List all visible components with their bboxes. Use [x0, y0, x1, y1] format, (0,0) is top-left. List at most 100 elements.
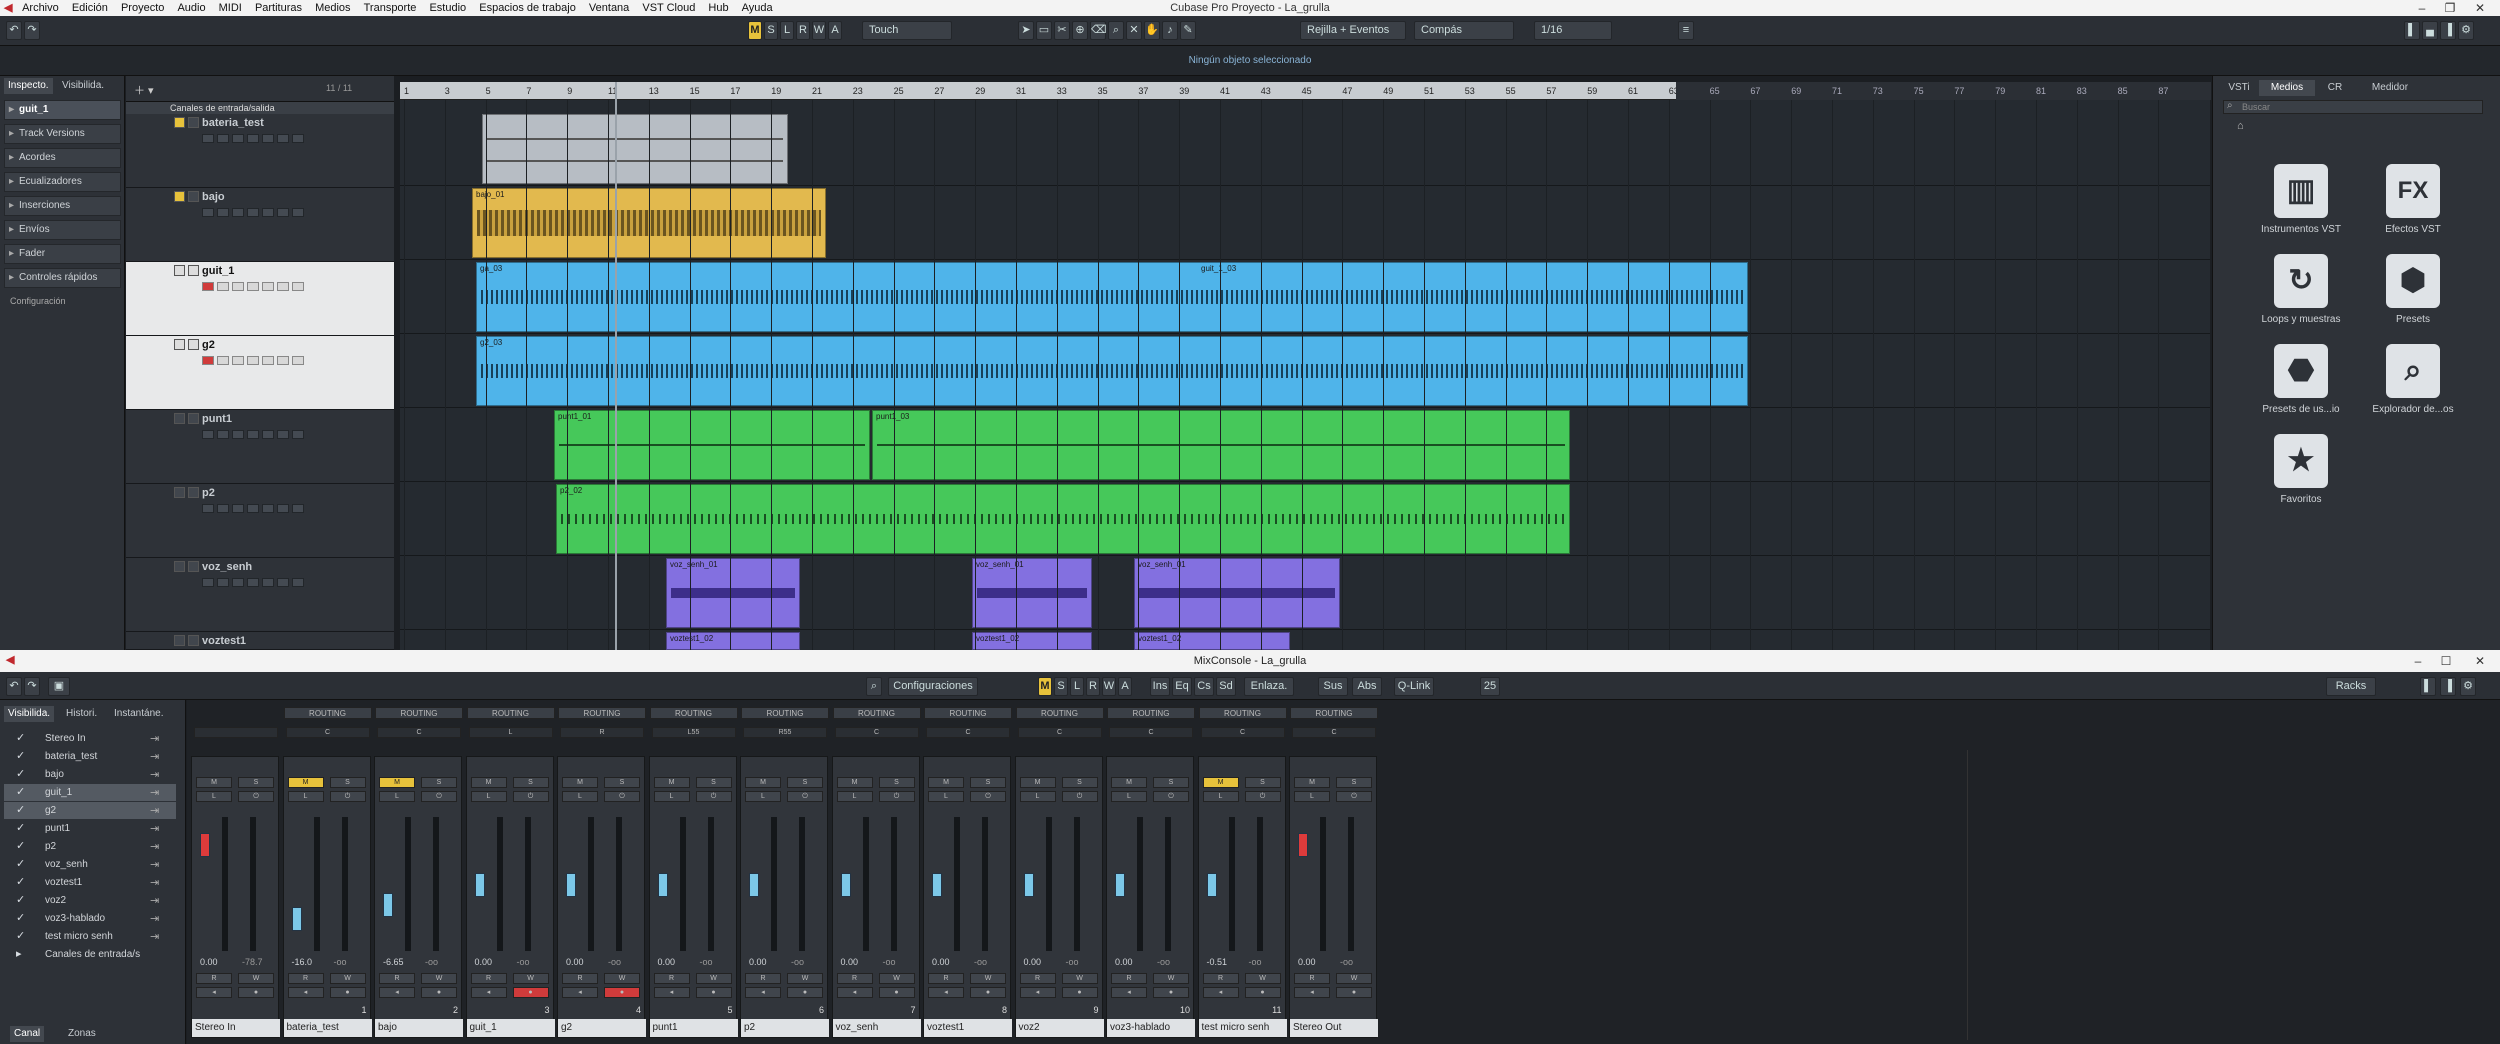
media-search-input[interactable]: Buscar	[2223, 100, 2483, 114]
power-icon[interactable]: ⏻	[1153, 791, 1189, 802]
checkmark-icon[interactable]: ✓	[16, 802, 25, 819]
checkmark-icon[interactable]: ✓	[16, 892, 25, 909]
settings-gear-icon[interactable]: ⚙	[2458, 21, 2474, 40]
mute-button[interactable]	[174, 265, 185, 276]
power-icon[interactable]: ⏻	[1061, 791, 1098, 802]
link-sd[interactable]: Sd	[1216, 677, 1236, 696]
volume-fader[interactable]	[657, 873, 668, 897]
link-icon[interactable]: ⇥	[150, 731, 159, 748]
checkmark-icon[interactable]: ✓	[16, 766, 25, 783]
visibility-item[interactable]: ✓ test micro senh ⇥	[4, 928, 176, 945]
visibility-item[interactable]: ✓ guit_1 ⇥	[4, 784, 176, 801]
routing-header[interactable]: ROUTING	[924, 707, 1012, 719]
abs-button[interactable]: Abs	[1352, 677, 1382, 696]
routing-header[interactable]: ROUTING	[1107, 707, 1195, 719]
visibility-item[interactable]: ✓ g2 ⇥	[4, 802, 176, 819]
track-bajo[interactable]: bajo	[126, 188, 394, 262]
solo-button[interactable]: S	[329, 777, 366, 788]
read-button[interactable]: R	[745, 973, 781, 984]
solo-button[interactable]	[188, 487, 199, 498]
link-icon[interactable]: ⇥	[150, 875, 159, 892]
routing-header[interactable]: ROUTING	[466, 707, 555, 719]
listen-button[interactable]: L	[470, 791, 507, 802]
zoom-tool-icon[interactable]: ⌕	[1108, 21, 1124, 40]
tab-medios[interactable]: Medios	[2259, 80, 2315, 96]
write-button[interactable]: W	[695, 973, 732, 984]
checkmark-icon[interactable]: ✓	[16, 856, 25, 873]
mute-button[interactable]: M	[1019, 777, 1056, 788]
channel-name[interactable]: g2	[558, 1019, 646, 1037]
routing-header[interactable]: ROUTING	[1015, 707, 1104, 719]
volume-value[interactable]: -0.51	[1207, 957, 1228, 967]
clip-voztest-a[interactable]: voztest1_02	[666, 632, 800, 650]
menu-proyecto[interactable]: Proyecto	[116, 0, 169, 16]
track-name[interactable]: punt1	[202, 413, 232, 425]
inspector-track-name[interactable]: guit_1	[4, 100, 121, 120]
peak-value[interactable]: -oo	[974, 957, 987, 967]
menu-archivo[interactable]: Archivo	[17, 0, 64, 16]
tab-canal[interactable]: Canal	[10, 1026, 45, 1042]
volume-value[interactable]: 0.00	[1115, 957, 1133, 967]
checkmark-icon[interactable]: ✓	[16, 784, 25, 801]
mute-button[interactable]: M	[562, 777, 598, 788]
track-p2[interactable]: p2	[126, 484, 394, 558]
solo-button[interactable]: S	[1153, 777, 1189, 788]
media-loops[interactable]: ↻ Loops y muestras	[2241, 254, 2361, 325]
solo-button[interactable]: S	[421, 777, 457, 788]
clip-voz-a[interactable]: voz_senh_01	[666, 558, 800, 628]
solo-button[interactable]: S	[512, 777, 549, 788]
pan-control[interactable]: C	[377, 727, 461, 738]
tab-zonas[interactable]: Zonas	[64, 1026, 100, 1042]
tab-medidor[interactable]: Medidor	[2355, 80, 2425, 96]
pan-control[interactable]: C	[285, 727, 370, 738]
visibility-item[interactable]: ✓ p2 ⇥	[4, 838, 176, 855]
media-user-presets[interactable]: ⬣ Presets de us...io	[2241, 344, 2361, 415]
record-button[interactable]: ●	[512, 987, 549, 998]
close-icon[interactable]: ✕	[2466, 653, 2494, 669]
write-button[interactable]: W	[1244, 973, 1281, 984]
routing-header[interactable]: ROUTING	[283, 707, 372, 719]
record-button[interactable]: ●	[878, 987, 915, 998]
menu-estudio[interactable]: Estudio	[424, 0, 471, 16]
volume-fader[interactable]	[1206, 873, 1217, 897]
link-icon[interactable]: ⇥	[150, 821, 159, 838]
channel-name[interactable]: voz3-hablado	[1107, 1019, 1195, 1037]
channel-strip[interactable]: ROUTING L M S L ⏻ 0.00 -oo R W ◂ ● 3 guit_1	[465, 707, 555, 1038]
visibility-item[interactable]: ✓ voz2 ⇥	[4, 892, 176, 909]
clip-p2[interactable]: p2_02	[556, 484, 1570, 554]
volume-value[interactable]: 0.00	[1024, 957, 1042, 967]
power-icon[interactable]: ⏻	[238, 791, 274, 802]
pan-control[interactable]: R	[560, 727, 644, 738]
read-button[interactable]: R	[653, 973, 690, 984]
inspector-section-inserciones[interactable]: Inserciones	[4, 196, 121, 216]
visibility-item[interactable]: ✓ Stereo In ⇥	[4, 730, 176, 747]
solo-button[interactable]: S	[604, 777, 640, 788]
a-toggle[interactable]: A	[828, 21, 842, 40]
clip-voz-c[interactable]: voz_senh_01	[1134, 558, 1340, 628]
power-icon[interactable]: ⏻	[787, 791, 823, 802]
maximize-icon[interactable]: ❐	[2436, 0, 2464, 16]
checkmark-icon[interactable]: ✓	[16, 820, 25, 837]
minimize-icon[interactable]: –	[2404, 653, 2432, 669]
inspector-section-track-versions[interactable]: Track Versions	[4, 124, 121, 144]
monitor-button[interactable]: ◂	[562, 987, 598, 998]
link-ins[interactable]: Ins	[1150, 677, 1170, 696]
link-icon[interactable]: ⇥	[150, 803, 159, 820]
record-button[interactable]: ●	[970, 987, 1006, 998]
power-icon[interactable]: ⏻	[329, 791, 366, 802]
track-g2[interactable]: g2	[126, 336, 394, 410]
inspector-config[interactable]: Configuración	[10, 296, 66, 306]
pan-control[interactable]: L55	[651, 727, 736, 738]
record-button[interactable]: ●	[695, 987, 732, 998]
peak-value[interactable]: -oo	[334, 957, 347, 967]
a-toggle[interactable]: A	[1118, 677, 1132, 696]
folder-track-io[interactable]: Canales de entrada/salida	[126, 102, 394, 114]
mute-button[interactable]: M	[928, 777, 964, 788]
tab-visibility[interactable]: Visibilida.	[58, 78, 108, 94]
clip-voztest-b[interactable]: voztest1_02	[972, 632, 1092, 650]
settings-gear-icon[interactable]: ⚙	[2460, 677, 2476, 696]
volume-value[interactable]: 0.00	[200, 957, 218, 967]
write-button[interactable]: W	[970, 973, 1006, 984]
inspector-section-envios[interactable]: Envíos	[4, 220, 121, 240]
volume-fader[interactable]	[200, 833, 210, 857]
